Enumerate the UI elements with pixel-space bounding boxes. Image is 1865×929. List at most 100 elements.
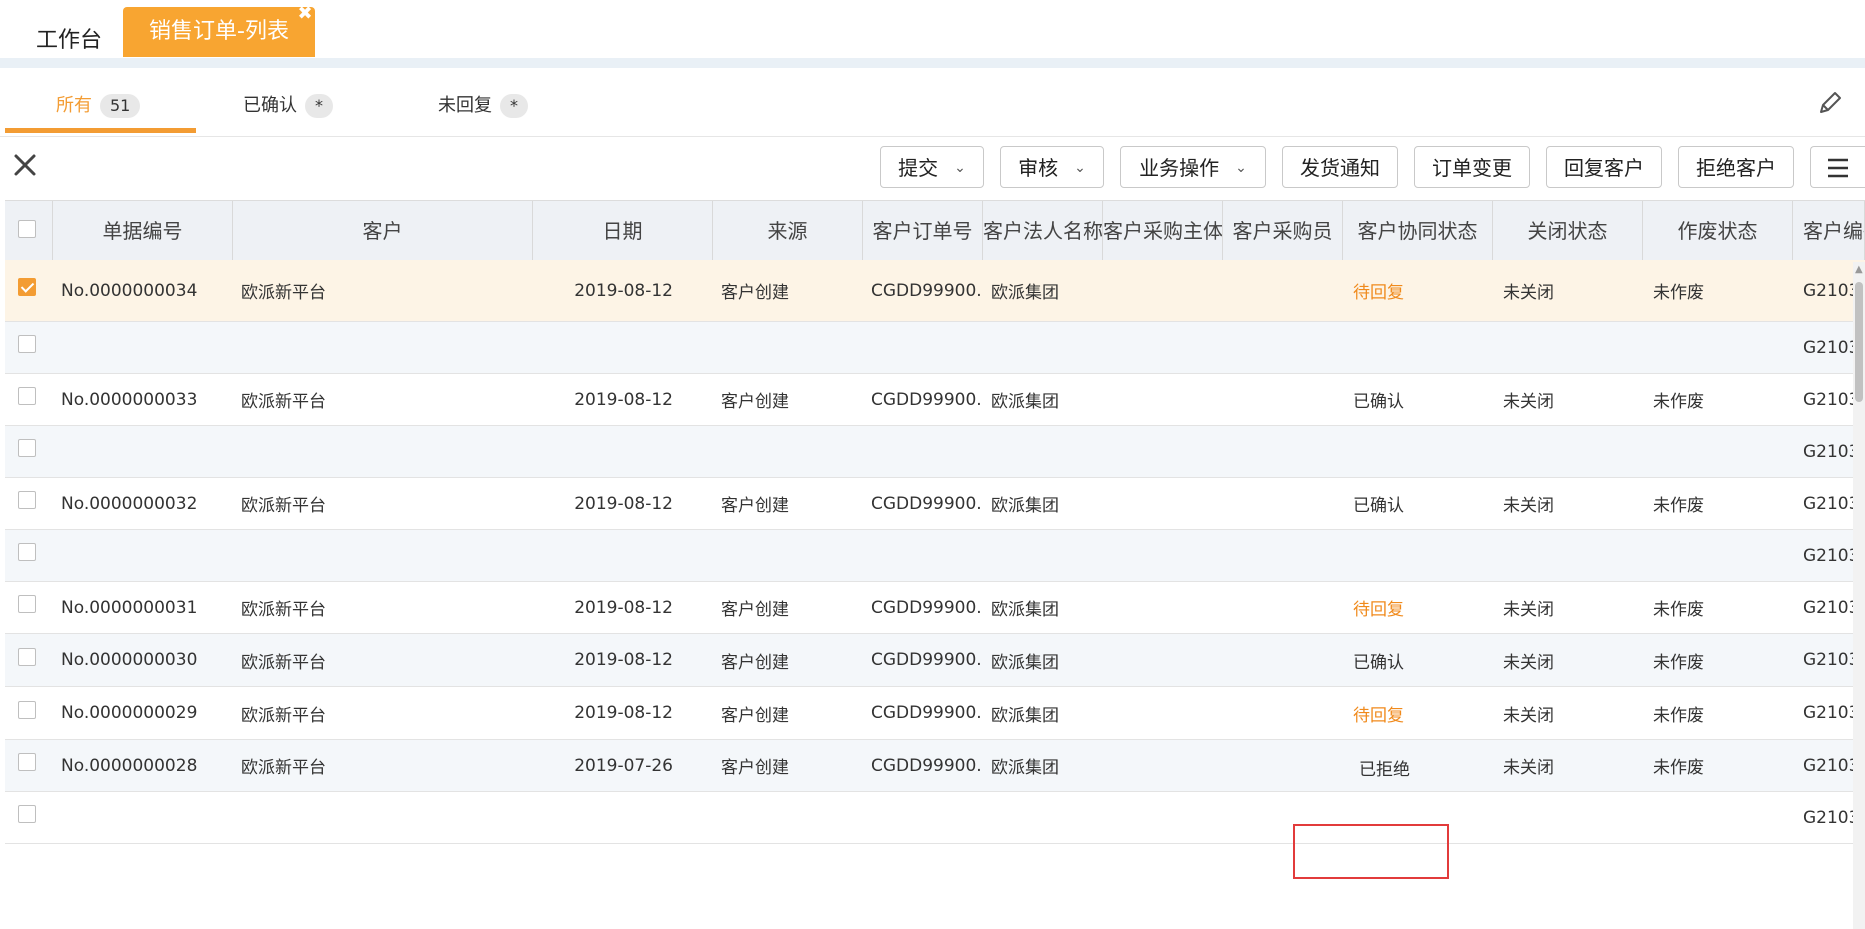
cell-cust-legal: 欧派集团 <box>991 758 1059 778</box>
cell-doc-no <box>53 426 233 477</box>
cell-close-status: 未关闭 <box>1503 652 1554 673</box>
cell-source <box>713 426 863 477</box>
scrollbar-thumb[interactable] <box>1855 282 1863 402</box>
row-checkbox[interactable] <box>18 595 36 613</box>
column-header[interactable]: 日期 <box>533 201 713 261</box>
hamburger-icon <box>1828 158 1848 178</box>
order-change-button[interactable]: 订单变更 <box>1414 146 1530 188</box>
row-checkbox[interactable] <box>18 439 36 457</box>
review-dropdown-button[interactable]: 审核 ⌄ <box>1000 146 1104 188</box>
table-row[interactable]: No.0000000034 欧派新平台 2019-08-12 客户创建 CGDD9990… <box>5 260 1865 322</box>
cell-cust-order-no <box>863 792 983 843</box>
table-header: 单据编号 客户 日期 来源 客户订单号 客户法人名称 客户采购主体 客户采购员 … <box>5 200 1865 262</box>
cell-source: 客户创建 <box>721 705 789 726</box>
cell-void-status <box>1643 530 1793 581</box>
cell-close-status: 未关闭 <box>1503 600 1554 620</box>
cell-date: 2019-08-12 <box>574 650 673 670</box>
cell-doc-no: No.0000000028 <box>61 755 198 776</box>
vertical-scrollbar[interactable]: ▲ <box>1853 262 1865 929</box>
cell-cust-legal: 欧派集团 <box>991 705 1059 726</box>
count-badge: 51 <box>100 94 141 118</box>
table-row[interactable]: G21031 <box>5 322 1865 374</box>
row-checkbox[interactable] <box>18 278 36 296</box>
cell-void-status <box>1643 792 1793 843</box>
toolbar: 提交 ⌄ 审核 ⌄ 业务操作 ⌄ 发货通知 订单变更 回复客户 拒绝客户 <box>0 136 1865 200</box>
column-header[interactable]: 客户法人名称 <box>983 201 1103 261</box>
column-header[interactable]: 客户协同状态 <box>1343 201 1493 261</box>
scroll-up-icon[interactable]: ▲ <box>1855 264 1863 275</box>
menu-button[interactable] <box>1810 146 1865 188</box>
cell-cust-order-no <box>863 322 983 373</box>
table-row[interactable]: G21031 <box>5 530 1865 582</box>
row-checkbox[interactable] <box>18 387 36 405</box>
cell-doc-no: No.0000000030 <box>61 650 198 670</box>
cell-source: 客户创建 <box>721 283 789 303</box>
cell-customer: 欧派新平台 <box>241 600 326 620</box>
cell-date: 2019-08-12 <box>574 389 673 410</box>
close-icon[interactable]: ✖ <box>297 5 313 23</box>
cell-date: 2019-08-12 <box>574 597 673 618</box>
pencil-icon[interactable] <box>1815 88 1845 118</box>
column-header[interactable]: 客户 <box>233 201 533 261</box>
column-header[interactable]: 客户编码 <box>1793 201 1865 261</box>
reply-customer-button[interactable]: 回复客户 <box>1546 146 1662 188</box>
row-checkbox[interactable] <box>18 491 36 509</box>
count-badge: * <box>305 94 333 118</box>
cell-doc-no <box>53 322 233 373</box>
cell-source: 客户创建 <box>721 392 789 412</box>
filter-tab-confirmed[interactable]: 已确认 * <box>243 92 333 120</box>
filter-tab-unreplied[interactable]: 未回复 * <box>438 92 528 120</box>
cell-customer: 欧派新平台 <box>241 392 326 412</box>
select-all-checkbox[interactable] <box>18 220 36 238</box>
table-row[interactable]: No.0000000030 欧派新平台 2019-08-12 客户创建 CGDD9990… <box>5 634 1865 687</box>
button-label: 业务操作 <box>1139 156 1220 180</box>
cell-source <box>713 530 863 581</box>
cell-cust-legal <box>983 530 1103 581</box>
table-row[interactable]: No.0000000031 欧派新平台 2019-08-12 客户创建 CGDD9990… <box>5 582 1865 634</box>
cell-coop-status <box>1343 426 1493 477</box>
table-row[interactable]: G21031 <box>5 792 1865 844</box>
row-checkbox[interactable] <box>18 543 36 561</box>
row-checkbox[interactable] <box>18 335 36 353</box>
table-row[interactable]: No.0000000029 欧派新平台 2019-08-12 客户创建 CGDD9990… <box>5 687 1865 740</box>
column-header[interactable]: 单据编号 <box>53 201 233 261</box>
cell-coop-status: 待回复 <box>1353 600 1404 620</box>
cell-cust-order-no: CGDD99900... <box>871 650 983 670</box>
column-header[interactable]: 客户订单号 <box>863 201 983 261</box>
column-header[interactable]: 客户采购员 <box>1223 201 1343 261</box>
filter-tab-all[interactable]: 所有 51 <box>56 92 141 120</box>
cell-coop-status: 已确认 <box>1353 652 1404 673</box>
column-header[interactable]: 客户采购主体 <box>1103 201 1223 261</box>
cell-cust-legal <box>983 426 1103 477</box>
cell-close-status <box>1493 792 1643 843</box>
close-icon[interactable] <box>12 152 38 178</box>
cell-cust-legal <box>983 792 1103 843</box>
reject-customer-button[interactable]: 拒绝客户 <box>1678 146 1794 188</box>
cell-date <box>533 792 713 843</box>
cell-doc-no: No.0000000034 <box>61 280 198 301</box>
submit-dropdown-button[interactable]: 提交 ⌄ <box>880 146 984 188</box>
column-header[interactable]: 关闭状态 <box>1493 201 1643 261</box>
column-header[interactable]: 作废状态 <box>1643 201 1793 261</box>
ship-notice-button[interactable]: 发货通知 <box>1282 146 1398 188</box>
cell-cust-order-no: CGDD99900... <box>871 755 983 776</box>
table-row[interactable]: No.0000000028 欧派新平台 2019-07-26 客户创建 CGDD9990… <box>5 740 1865 792</box>
row-checkbox[interactable] <box>18 648 36 666</box>
cell-void-status <box>1643 426 1793 477</box>
tab-workbench[interactable]: 工作台 <box>36 22 102 54</box>
business-ops-dropdown-button[interactable]: 业务操作 ⌄ <box>1120 146 1266 188</box>
row-checkbox[interactable] <box>18 701 36 719</box>
cell-void-status: 未作废 <box>1653 705 1704 726</box>
cell-customer: 欧派新平台 <box>241 283 326 303</box>
column-header[interactable]: 来源 <box>713 201 863 261</box>
cell-void-status: 未作废 <box>1653 652 1704 673</box>
row-checkbox[interactable] <box>18 805 36 823</box>
table-row[interactable]: No.0000000032 欧派新平台 2019-08-12 客户创建 CGDD9990… <box>5 478 1865 530</box>
cell-cust-order-no <box>863 530 983 581</box>
tab-sales-order-list[interactable]: 销售订单-列表 ✖ <box>123 5 315 57</box>
table-row[interactable]: G21031 <box>5 426 1865 478</box>
row-checkbox[interactable] <box>18 753 36 771</box>
cell-doc-no <box>53 792 233 843</box>
table-row[interactable]: No.0000000033 欧派新平台 2019-08-12 客户创建 CGDD9990… <box>5 374 1865 426</box>
cell-close-status <box>1493 322 1643 373</box>
